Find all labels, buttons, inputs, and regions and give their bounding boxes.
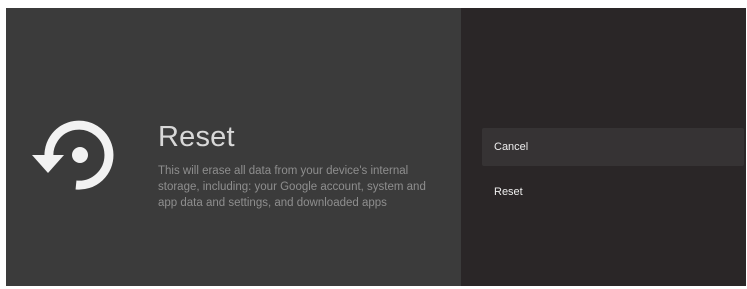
cancel-button[interactable]: Cancel [482,128,744,166]
reset-button[interactable]: Reset [482,173,744,211]
options-panel: Cancel Reset [461,8,746,286]
reset-dialog: Reset This will erase all data from your… [6,8,746,286]
page-title: Reset [158,121,235,153]
reset-button-label: Reset [494,186,523,198]
reset-description: This will erase all data from your devic… [158,165,426,209]
cancel-button-label: Cancel [494,141,529,153]
info-panel: Reset This will erase all data from your… [6,8,461,286]
reset-icon [32,120,114,190]
